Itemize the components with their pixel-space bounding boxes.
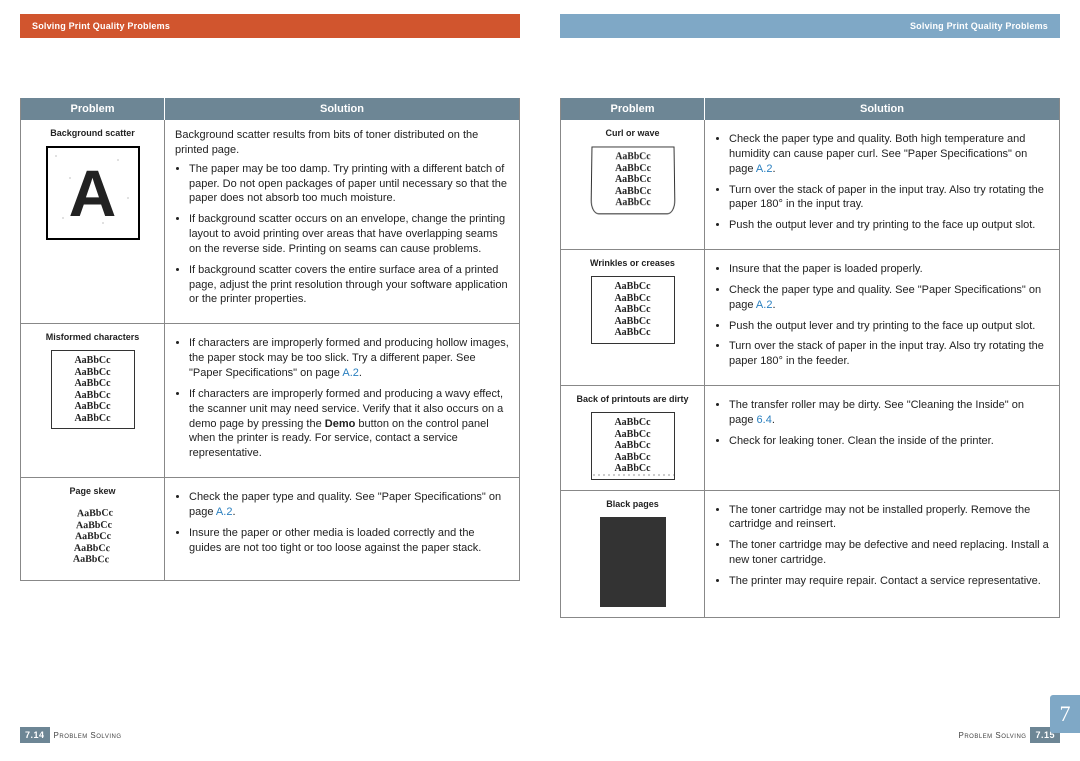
solution-item: The transfer roller may be dirty. See "C…: [729, 398, 1049, 428]
footer-right: Problem Solving 7.15: [955, 727, 1061, 743]
page-right: Solving Print Quality Problems Problem S…: [540, 0, 1080, 761]
solution-item: Insure the paper or other media is loade…: [189, 526, 509, 556]
problem-cell: Curl or wave AaBbCcAaBbCcAaBbCcAaBbCcAaBb…: [561, 120, 705, 250]
col-problem: Problem: [21, 98, 165, 120]
sample-curl: AaBbCcAaBbCcAaBbCcAaBbCcAaBbCc: [590, 146, 675, 213]
solution-list: The transfer roller may be dirty. See "C…: [715, 398, 1049, 449]
solution-item: Push the output lever and try printing t…: [729, 319, 1049, 334]
page-ref-link[interactable]: A.2: [216, 506, 233, 518]
problem-cell: Page skew AaBbCcAaBbCcAaBbCcAaBbCcAaBbCc: [21, 478, 165, 580]
table-row: Background scatter A Background scatter re…: [21, 120, 519, 324]
solution-list: If characters are improperly formed and …: [175, 336, 509, 461]
solution-item: The toner cartridge may be defective and…: [729, 538, 1049, 568]
chapter-tab: 7: [1050, 695, 1080, 733]
page-ref-link[interactable]: A.2: [756, 299, 773, 311]
header-right-text: Solving Print Quality Problems: [910, 21, 1048, 31]
table-row: Page skew AaBbCcAaBbCcAaBbCcAaBbCcAaBbCc C…: [21, 478, 519, 580]
solution-item: Turn over the stack of paper in the inpu…: [729, 339, 1049, 369]
col-problem: Problem: [561, 98, 705, 120]
solution-item: Check the paper type and quality. Both h…: [729, 132, 1049, 177]
problem-name: Black pages: [571, 499, 694, 509]
troubleshoot-table-left: Problem Solution Background scatterABack…: [21, 98, 519, 580]
sample-black-page: [600, 517, 666, 607]
sample-misformed: AaBbCcAaBbCcAaBbCcAaBbCcAaBbCcAaBbCc: [51, 350, 135, 429]
problem-cell: Black pages: [561, 490, 705, 617]
solution-item: The toner cartridge may not be installed…: [729, 503, 1049, 533]
solution-cell: The toner cartridge may not be installed…: [705, 490, 1060, 617]
col-solution: Solution: [705, 98, 1060, 120]
solution-item: Insure that the paper is loaded properly…: [729, 262, 1049, 277]
solution-list: The toner cartridge may not be installed…: [715, 503, 1049, 589]
header-right: Solving Print Quality Problems: [560, 14, 1060, 38]
solution-cell: If characters are improperly formed and …: [165, 324, 520, 478]
footer-label-right: Problem Solving: [959, 731, 1027, 740]
solution-item: The printer may require repair. Contact …: [729, 574, 1049, 589]
solution-item: Push the output lever and try printing t…: [729, 218, 1049, 233]
header-left: Solving Print Quality Problems: [20, 14, 520, 38]
table-row: Wrinkles or creases AaBbCcAaBbCcAaBbCcAaB…: [561, 250, 1059, 386]
problem-name: Curl or wave: [571, 128, 694, 138]
problem-cell: Wrinkles or creases AaBbCcAaBbCcAaBbCcAaB…: [561, 250, 705, 386]
troubleshoot-table-right: Problem Solution Curl or wave AaBbCcAaBbC…: [561, 98, 1059, 617]
chapter-tab-number: 7: [1060, 701, 1071, 727]
problem-name: Background scatter: [31, 128, 154, 138]
table-wrap-right: Problem Solution Curl or wave AaBbCcAaBbC…: [560, 98, 1060, 618]
problem-name: Page skew: [31, 486, 154, 496]
footer-label-left: Problem Solving: [54, 731, 122, 740]
problem-cell: Back of printouts are dirty AaBbCcAaBbCcA…: [561, 386, 705, 491]
solution-cell: Check the paper type and quality. Both h…: [705, 120, 1060, 250]
problem-cell: Misformed characters AaBbCcAaBbCcAaBbCcAa…: [21, 324, 165, 478]
page-left: Solving Print Quality Problems Problem S…: [0, 0, 540, 761]
problem-name: Back of printouts are dirty: [571, 394, 694, 404]
solution-item: If characters are improperly formed and …: [189, 336, 509, 381]
solution-item: Check the paper type and quality. See "P…: [189, 490, 509, 520]
sample-dirty: AaBbCcAaBbCcAaBbCcAaBbCcAaBbCc: [591, 412, 675, 480]
table-wrap-left: Problem Solution Background scatterABack…: [20, 98, 520, 581]
page-ref-link[interactable]: A.2: [756, 163, 773, 175]
solution-item: If background scatter covers the entire …: [189, 263, 509, 308]
sample-wrinkle: AaBbCcAaBbCcAaBbCcAaBbCcAaBbCc: [591, 276, 675, 344]
solution-item: Turn over the stack of paper in the inpu…: [729, 183, 1049, 213]
solution-item: If characters are improperly formed and …: [189, 387, 509, 461]
solution-item: The paper may be too damp. Try printing …: [189, 162, 509, 207]
table-row: Misformed characters AaBbCcAaBbCcAaBbCcAa…: [21, 324, 519, 478]
col-solution: Solution: [165, 98, 520, 120]
solution-cell: The transfer roller may be dirty. See "C…: [705, 386, 1060, 491]
header-left-text: Solving Print Quality Problems: [32, 21, 170, 31]
solution-cell: Background scatter results from bits of …: [165, 120, 520, 324]
solution-item: Check the paper type and quality. See "P…: [729, 283, 1049, 313]
solution-list: Check the paper type and quality. See "P…: [175, 490, 509, 555]
problem-name: Misformed characters: [31, 332, 154, 342]
page-ref-link[interactable]: A.2: [342, 367, 359, 379]
page-ref-link[interactable]: 6.4: [757, 414, 772, 426]
solution-intro: Background scatter results from bits of …: [175, 128, 509, 158]
sample-background-scatter: A: [46, 146, 140, 240]
page-number-left: 7.14: [20, 727, 50, 743]
solution-cell: Check the paper type and quality. See "P…: [165, 478, 520, 580]
problem-name: Wrinkles or creases: [571, 258, 694, 268]
problem-cell: Background scatter A: [21, 120, 165, 324]
footer-left: 7.14 Problem Solving: [20, 727, 126, 743]
solution-cell: Insure that the paper is loaded properly…: [705, 250, 1060, 386]
table-row: Black pages The toner cartridge may not b…: [561, 490, 1059, 617]
solution-item: Check for leaking toner. Clean the insid…: [729, 434, 1049, 449]
solution-list: Check the paper type and quality. Both h…: [715, 132, 1049, 233]
table-row: Curl or wave AaBbCcAaBbCcAaBbCcAaBbCcAaBb…: [561, 120, 1059, 250]
solution-item: If background scatter occurs on an envel…: [189, 212, 509, 257]
solution-list: Insure that the paper is loaded properly…: [715, 262, 1049, 369]
table-row: Back of printouts are dirty AaBbCcAaBbCcA…: [561, 386, 1059, 491]
document-spread: Solving Print Quality Problems Problem S…: [0, 0, 1080, 761]
solution-list: The paper may be too damp. Try printing …: [175, 162, 509, 308]
sample-skew: AaBbCcAaBbCcAaBbCcAaBbCcAaBbCc: [52, 504, 134, 570]
